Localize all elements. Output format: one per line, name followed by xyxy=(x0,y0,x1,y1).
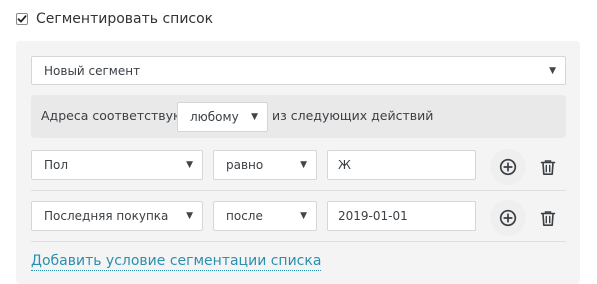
condition-field-value: Последняя покупка xyxy=(44,209,169,223)
condition-operator-value: равно xyxy=(226,158,264,172)
plus-circle-icon xyxy=(499,209,517,227)
row-divider xyxy=(31,241,566,242)
delete-condition-button[interactable] xyxy=(530,149,566,185)
trash-icon xyxy=(540,210,556,226)
condition-value-input[interactable]: Ж xyxy=(327,150,476,180)
segment-select-value: Новый сегмент xyxy=(44,63,141,78)
add-segment-condition-link[interactable]: Добавить условие сегментации списка xyxy=(31,252,322,271)
add-condition-button[interactable] xyxy=(490,149,526,185)
segment-select[interactable]: Новый сегмент ▼ xyxy=(31,56,566,85)
caret-down-icon: ▼ xyxy=(186,160,193,170)
condition-value-text: 2019-01-01 xyxy=(338,209,408,223)
match-mode-value: любому xyxy=(190,110,239,124)
match-prefix: Адреса соответствуют xyxy=(41,108,191,123)
caret-down-icon: ▼ xyxy=(549,65,556,76)
condition-field-value: Пол xyxy=(44,158,69,172)
segment-checkbox[interactable] xyxy=(16,13,28,25)
condition-field-select[interactable]: Последняя покупка ▼ xyxy=(31,201,203,231)
condition-value-text: Ж xyxy=(338,158,351,172)
caret-down-icon: ▼ xyxy=(186,211,193,221)
condition-operator-value: после xyxy=(226,209,263,223)
segment-checkbox-label: Сегментировать список xyxy=(36,11,214,27)
condition-value-input[interactable]: 2019-01-01 xyxy=(327,201,476,231)
caret-down-icon: ▼ xyxy=(251,112,258,122)
condition-operator-select[interactable]: равно ▼ xyxy=(213,150,317,180)
trash-icon xyxy=(540,159,556,175)
checkmark-icon xyxy=(17,15,27,23)
caret-down-icon: ▼ xyxy=(300,211,307,221)
plus-circle-icon xyxy=(499,158,517,176)
match-suffix: из следующих действий xyxy=(272,108,434,123)
caret-down-icon: ▼ xyxy=(300,160,307,170)
condition-field-select[interactable]: Пол ▼ xyxy=(31,150,203,180)
row-divider xyxy=(31,190,566,191)
delete-condition-button[interactable] xyxy=(530,200,566,236)
condition-operator-select[interactable]: после ▼ xyxy=(213,201,317,231)
add-condition-button[interactable] xyxy=(490,200,526,236)
match-mode-select[interactable]: любому ▼ xyxy=(177,102,268,132)
